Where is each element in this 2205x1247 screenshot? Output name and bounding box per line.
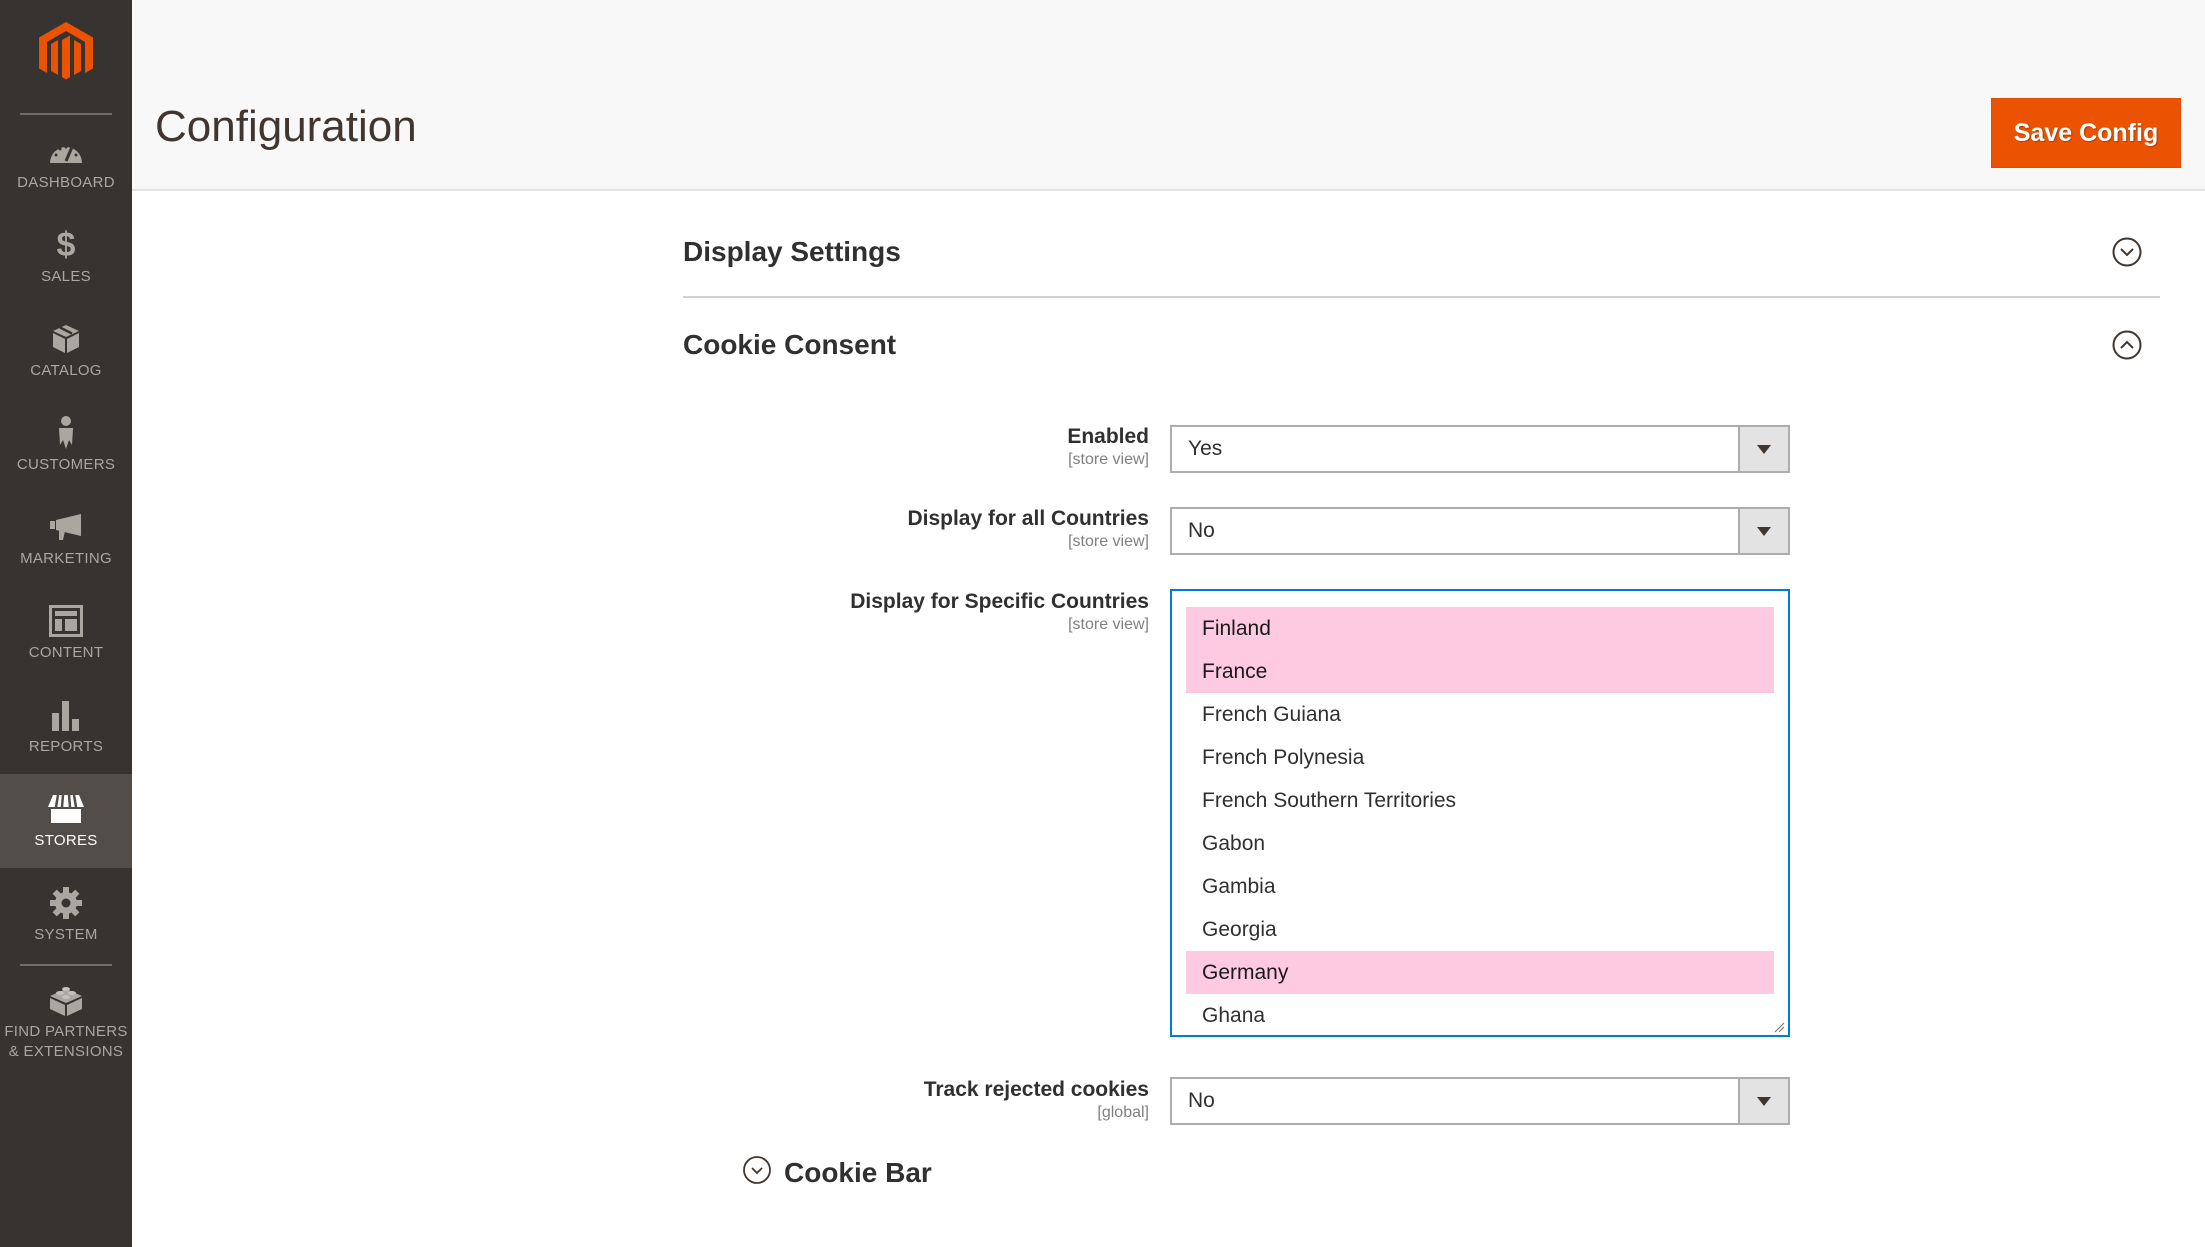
country-option[interactable]: French Guiana xyxy=(1186,693,1774,736)
lego-brick-icon xyxy=(46,982,86,1018)
section-title: Display Settings xyxy=(683,236,901,267)
sidebar-item-system[interactable]: SYSTEM xyxy=(0,868,132,962)
scope-text: [store view] xyxy=(1068,451,1149,468)
magento-logo-icon xyxy=(39,22,93,80)
section-cookie-consent[interactable]: Cookie Consent xyxy=(683,315,2160,375)
resize-handle-icon[interactable] xyxy=(1773,1020,1785,1033)
field-label-display-all-countries: Display for all Countries [store view] xyxy=(907,506,1149,552)
page-title: Configuration xyxy=(155,102,417,151)
sidebar-item-dashboard[interactable]: DASHBOARD xyxy=(0,116,132,210)
dollar-icon: $ xyxy=(56,225,76,264)
option-label: French Southern Territories xyxy=(1202,788,1457,812)
label-text: Enabled xyxy=(1067,425,1149,448)
sidebar-item-stores[interactable]: STORES xyxy=(0,774,132,868)
sidebar-item-find-partners[interactable]: FIND PARTNERS & EXTENSIONS xyxy=(0,968,132,1076)
sidebar-divider xyxy=(20,964,112,966)
page-header: Configuration Save Config xyxy=(132,0,2205,191)
sidebar-divider xyxy=(20,113,112,115)
sidebar-item-content[interactable]: CONTENT xyxy=(0,586,132,680)
country-option[interactable]: Georgia xyxy=(1186,908,1774,951)
field-label-specific-countries: Display for Specific Countries [store vi… xyxy=(850,589,1149,635)
sidebar-label: STORES xyxy=(34,832,98,849)
option-label: Ghana xyxy=(1202,1003,1266,1027)
sidebar-label: DASHBOARD xyxy=(17,174,115,191)
gear-icon xyxy=(46,885,86,921)
save-config-button[interactable]: Save Config xyxy=(1991,98,2181,168)
select-value: No xyxy=(1188,519,1215,542)
scope-text: [store view] xyxy=(1068,533,1149,550)
sidebar-label: REPORTS xyxy=(28,738,104,755)
option-label: Germany xyxy=(1202,960,1289,984)
country-option[interactable]: French Southern Territories xyxy=(1186,779,1774,822)
country-option[interactable]: French Polynesia xyxy=(1186,736,1774,779)
sidebar-label: MARKETING xyxy=(20,550,112,567)
option-label: Georgia xyxy=(1202,917,1277,941)
specific-countries-multiselect[interactable]: Finland France French Guiana French Poly… xyxy=(1170,589,1790,1037)
scope-text: [global] xyxy=(1097,1104,1149,1121)
admin-sidebar: DASHBOARD $ SALES CATALOG CUSTOMERS MARK… xyxy=(0,0,132,1247)
section-divider xyxy=(683,296,2160,298)
sidebar-item-marketing[interactable]: MARKETING xyxy=(0,492,132,586)
country-option[interactable]: Gabon xyxy=(1186,822,1774,865)
sidebar-label: CATALOG xyxy=(30,362,102,379)
field-label-enabled: Enabled [store view] xyxy=(1067,424,1149,470)
select-value: Yes xyxy=(1188,437,1223,460)
subsection-cookie-bar[interactable]: Cookie Bar xyxy=(742,1155,932,1190)
track-rejected-cookies-select[interactable]: No xyxy=(1170,1077,1790,1125)
display-all-countries-select[interactable]: No xyxy=(1170,507,1790,555)
label-text: Display for all Countries xyxy=(907,507,1149,530)
sidebar-item-sales[interactable]: $ SALES xyxy=(0,210,132,304)
dropdown-arrow-icon[interactable] xyxy=(1738,427,1788,471)
option-label: French Polynesia xyxy=(1202,745,1365,769)
chevron-up-circle-icon[interactable] xyxy=(2112,330,2142,360)
country-option[interactable]: Finland xyxy=(1186,607,1774,650)
country-option[interactable]: France xyxy=(1186,650,1774,693)
country-option[interactable]: Ghana xyxy=(1186,994,1774,1035)
sidebar-item-reports[interactable]: REPORTS xyxy=(0,680,132,774)
option-label: French Guiana xyxy=(1202,702,1341,726)
sidebar-item-customers[interactable]: CUSTOMERS xyxy=(0,398,132,492)
country-option[interactable]: Germany xyxy=(1186,951,1774,994)
field-label-track-rejected: Track rejected cookies [global] xyxy=(924,1077,1149,1123)
sidebar-label: CUSTOMERS xyxy=(16,456,116,473)
country-option[interactable]: Gambia xyxy=(1186,865,1774,908)
sidebar-label: FIND PARTNERS & EXTENSIONS xyxy=(4,1023,128,1060)
dashboard-icon xyxy=(46,133,86,169)
chevron-down-circle-icon[interactable] xyxy=(2112,237,2142,267)
label-text: Track rejected cookies xyxy=(923,1078,1149,1101)
sidebar-label: SALES xyxy=(41,268,91,285)
option-label: Finland xyxy=(1202,616,1271,640)
dropdown-arrow-icon[interactable] xyxy=(1738,509,1788,553)
sidebar-label: SYSTEM xyxy=(34,926,98,943)
bar-chart-icon xyxy=(46,697,86,733)
scope-text: [store view] xyxy=(1068,616,1149,633)
option-label: France xyxy=(1202,659,1268,683)
enabled-select[interactable]: Yes xyxy=(1170,425,1790,473)
megaphone-icon xyxy=(46,509,86,545)
option-label: Gambia xyxy=(1202,874,1276,898)
label-text: Display for Specific Countries xyxy=(850,590,1149,613)
layout-icon xyxy=(46,603,86,639)
dropdown-arrow-icon[interactable] xyxy=(1738,1079,1788,1123)
sidebar-item-catalog[interactable]: CATALOG xyxy=(0,304,132,398)
select-value: No xyxy=(1188,1089,1215,1112)
box-icon xyxy=(46,321,86,357)
section-display-settings[interactable]: Display Settings xyxy=(683,222,2160,282)
subsection-title: Cookie Bar xyxy=(784,1156,932,1188)
magento-logo[interactable] xyxy=(0,22,132,92)
storefront-icon xyxy=(46,791,86,827)
sidebar-label: CONTENT xyxy=(28,644,104,661)
section-title: Cookie Consent xyxy=(683,329,897,360)
option-label: Gabon xyxy=(1202,831,1266,855)
person-icon xyxy=(46,415,86,451)
chevron-down-circle-icon[interactable] xyxy=(742,1155,772,1190)
